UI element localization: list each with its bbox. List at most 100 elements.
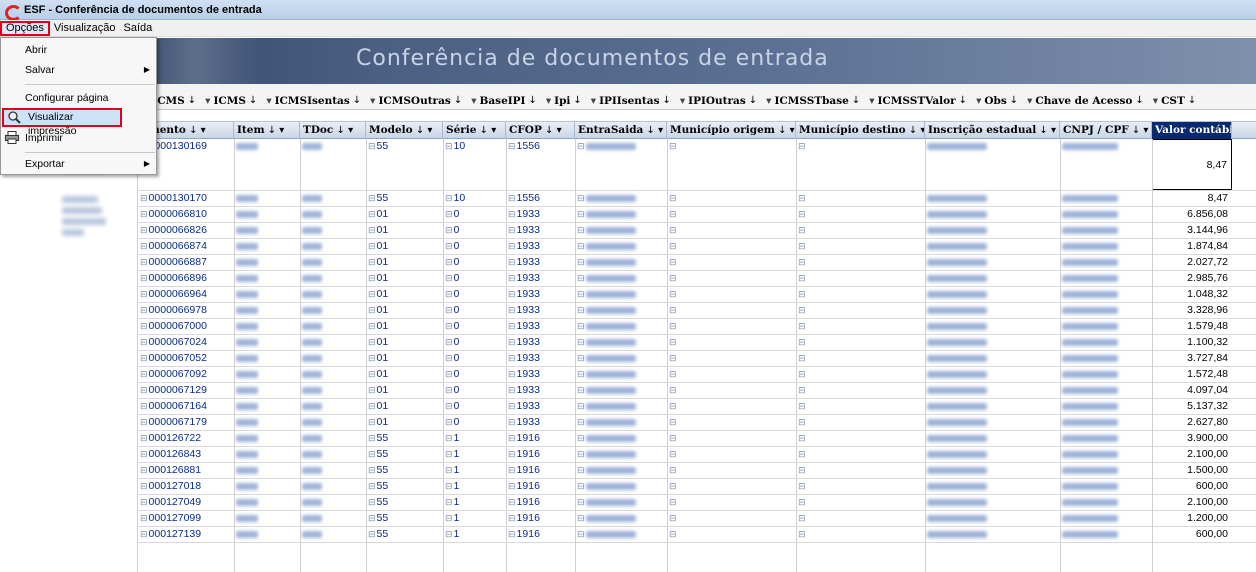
table-cell[interactable] xyxy=(300,527,366,542)
table-cell[interactable]: ⊟ xyxy=(667,479,796,494)
table-cell[interactable]: ⊟0 xyxy=(443,223,506,238)
table-cell[interactable] xyxy=(1060,383,1152,398)
table-cell[interactable]: ⊟1933 xyxy=(506,399,575,414)
table-cell[interactable]: ⊟1 xyxy=(443,495,506,510)
table-cell[interactable] xyxy=(1060,415,1152,430)
valor-contabil-cell[interactable]: 2.027,72 xyxy=(1152,255,1232,270)
table-cell[interactable] xyxy=(234,223,300,238)
column-header-8[interactable]: Município destino ↓ ▾ xyxy=(796,122,925,139)
table-cell[interactable]: ⊟01 xyxy=(366,303,443,318)
table-cell[interactable] xyxy=(300,303,366,318)
filter-dropdown-icon[interactable]: ▾ xyxy=(370,95,375,107)
table-cell[interactable]: ⊟ xyxy=(575,431,667,446)
sort-down-icon[interactable]: ↓ xyxy=(663,95,671,106)
table-cell[interactable] xyxy=(234,399,300,414)
menu-item-abrir[interactable]: Abrir xyxy=(1,40,156,60)
table-cell[interactable]: ⊟1916 xyxy=(506,527,575,542)
table-cell[interactable]: ⊟1916 xyxy=(506,431,575,446)
table-cell[interactable]: ⊟ xyxy=(796,479,925,494)
table-cell[interactable] xyxy=(1060,495,1152,510)
table-cell[interactable]: ⊟000126722 xyxy=(138,431,234,446)
table-cell[interactable] xyxy=(1060,239,1152,254)
valor-contabil-cell[interactable]: 2.985,76 xyxy=(1152,271,1232,286)
table-cell[interactable]: ⊟ xyxy=(796,447,925,462)
table-cell[interactable]: ⊟ xyxy=(796,287,925,302)
table-cell[interactable]: ⊟ xyxy=(575,351,667,366)
table-cell[interactable] xyxy=(925,255,1060,270)
sort-filter-icon[interactable]: ↓ ▾ xyxy=(186,125,206,136)
table-cell[interactable] xyxy=(234,383,300,398)
table-cell[interactable]: ⊟000127099 xyxy=(138,511,234,526)
table-cell[interactable]: ⊟55 xyxy=(366,511,443,526)
table-cell[interactable] xyxy=(1060,139,1152,154)
table-cell[interactable] xyxy=(925,511,1060,526)
table-cell[interactable]: ⊟1933 xyxy=(506,303,575,318)
table-cell[interactable]: ⊟01 xyxy=(366,399,443,414)
table-cell[interactable]: ⊟ xyxy=(575,303,667,318)
table-cell[interactable]: ⊟ xyxy=(667,351,796,366)
table-cell[interactable] xyxy=(1060,287,1152,302)
table-cell[interactable]: ⊟0000066896 xyxy=(138,271,234,286)
table-cell[interactable]: ⊟1933 xyxy=(506,271,575,286)
column-header-6[interactable]: EntraSaida ↓ ▾ xyxy=(575,122,667,139)
table-cell[interactable]: ⊟ xyxy=(667,431,796,446)
table-cell[interactable]: ⊟000127139 xyxy=(138,527,234,542)
table-cell[interactable] xyxy=(925,335,1060,350)
table-cell[interactable]: ⊟0000066964 xyxy=(138,287,234,302)
table-cell[interactable] xyxy=(925,367,1060,382)
table-cell[interactable]: ⊟000126881 xyxy=(138,463,234,478)
table-cell[interactable]: ⊟ xyxy=(796,495,925,510)
table-cell[interactable] xyxy=(1060,447,1152,462)
table-row[interactable]: ⊟0000066826 ⊟01 ⊟0 ⊟1933 ⊟ ⊟ ⊟ 3.144,96 xyxy=(138,223,1256,239)
table-cell[interactable]: ⊟ xyxy=(575,479,667,494)
table-cell[interactable] xyxy=(1060,255,1152,270)
table-cell[interactable]: ⊟ xyxy=(575,399,667,414)
menu-saida[interactable]: Saída xyxy=(119,21,156,36)
valor-contabil-cell[interactable]: 1.874,84 xyxy=(1152,239,1232,254)
table-cell[interactable] xyxy=(300,367,366,382)
table-cell[interactable]: ⊟0000130170 xyxy=(138,191,234,206)
table-cell[interactable]: ⊟01 xyxy=(366,351,443,366)
sort-down-icon[interactable]: ↓ xyxy=(249,95,257,106)
table-cell[interactable] xyxy=(925,399,1060,414)
group-column-7[interactable]: ▾ IPIOutras ↓ xyxy=(674,95,760,107)
sort-down-icon[interactable]: ↓ xyxy=(1135,95,1143,106)
table-cell[interactable]: ⊟ xyxy=(667,527,796,542)
table-row[interactable]: ⊟0000067024 ⊟01 ⊟0 ⊟1933 ⊟ ⊟ ⊟ 1.100,32 xyxy=(138,335,1256,351)
table-cell[interactable]: ⊟01 xyxy=(366,335,443,350)
table-cell[interactable]: ⊟0 xyxy=(443,255,506,270)
table-cell[interactable]: ⊟1933 xyxy=(506,415,575,430)
table-row[interactable]: ⊟000127139 ⊟55 ⊟1 ⊟1916 ⊟ ⊟ ⊟ 600,00 xyxy=(138,527,1256,543)
tree-node-blurred[interactable] xyxy=(62,229,84,236)
table-row[interactable]: ⊟0000067164 ⊟01 ⊟0 ⊟1933 ⊟ ⊟ ⊟ 5.137,32 xyxy=(138,399,1256,415)
table-cell[interactable]: ⊟ xyxy=(667,287,796,302)
table-cell[interactable]: ⊟ xyxy=(796,527,925,542)
table-cell[interactable] xyxy=(925,139,1060,154)
table-cell[interactable] xyxy=(300,479,366,494)
table-row[interactable]: ⊟0000067000 ⊟01 ⊟0 ⊟1933 ⊟ ⊟ ⊟ 1.579,48 xyxy=(138,319,1256,335)
table-cell[interactable]: ⊟01 xyxy=(366,223,443,238)
table-cell[interactable]: ⊟0000067092 xyxy=(138,367,234,382)
filter-dropdown-icon[interactable]: ▾ xyxy=(1027,95,1032,107)
table-cell[interactable] xyxy=(1060,431,1152,446)
table-cell[interactable]: ⊟ xyxy=(796,255,925,270)
column-header-4[interactable]: Série ↓ ▾ xyxy=(443,122,506,139)
table-cell[interactable]: ⊟1933 xyxy=(506,255,575,270)
table-cell[interactable] xyxy=(1060,335,1152,350)
table-cell[interactable]: ⊟01 xyxy=(366,207,443,222)
table-cell[interactable] xyxy=(925,319,1060,334)
table-cell[interactable]: ⊟ xyxy=(667,367,796,382)
table-cell[interactable]: ⊟ xyxy=(575,271,667,286)
table-cell[interactable]: ⊟0 xyxy=(443,239,506,254)
table-cell[interactable] xyxy=(300,447,366,462)
table-cell[interactable] xyxy=(925,383,1060,398)
column-header-5[interactable]: CFOP ↓ ▾ xyxy=(506,122,575,139)
table-cell[interactable]: ⊟0 xyxy=(443,207,506,222)
table-cell[interactable] xyxy=(300,511,366,526)
table-cell[interactable] xyxy=(1060,351,1152,366)
valor-contabil-cell[interactable]: 1.048,32 xyxy=(1152,287,1232,302)
table-cell[interactable] xyxy=(300,351,366,366)
table-cell[interactable]: ⊟0 xyxy=(443,287,506,302)
table-cell[interactable]: ⊟ xyxy=(796,191,925,206)
sort-down-icon[interactable]: ↓ xyxy=(749,95,757,106)
